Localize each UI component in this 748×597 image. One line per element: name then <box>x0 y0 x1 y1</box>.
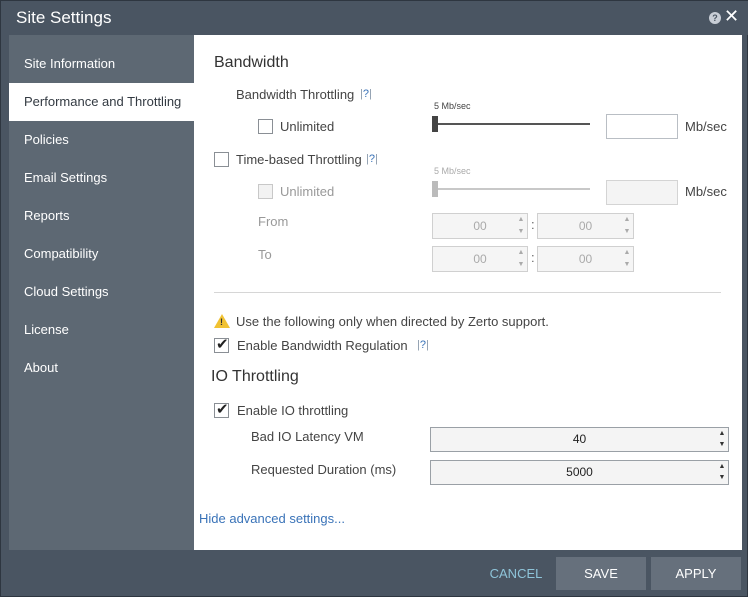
spinner-arrows-icon[interactable]: ▲ ▼ <box>717 461 727 484</box>
time-based-value-input[interactable] <box>606 180 678 205</box>
bandwidth-throttling-label: Bandwidth Throttling <box>236 87 355 102</box>
enable-io-throttling-label: Enable IO throttling <box>237 403 349 418</box>
from-hours-spinner[interactable]: 00 ▲ ▼ <box>432 213 528 239</box>
sidebar-item-site-information[interactable]: Site Information <box>9 45 194 83</box>
time-based-throttling-help[interactable]: |?| <box>366 153 378 165</box>
spinner-arrows-icon[interactable]: ▲ ▼ <box>515 247 527 271</box>
bandwidth-slider-caption: 5 Mb/sec <box>434 101 471 111</box>
bandwidth-regulation-help[interactable]: |?| <box>417 339 429 351</box>
bandwidth-slider-thumb[interactable] <box>432 116 438 132</box>
bad-io-latency-value: 40 <box>572 432 587 446</box>
sidebar-item-policies[interactable]: Policies <box>9 121 194 159</box>
to-hours-value: 00 <box>473 252 487 266</box>
sidebar-item-email-settings[interactable]: Email Settings <box>9 159 194 197</box>
time-based-unit-label: Mb/sec <box>685 184 727 199</box>
time-based-throttling-label: Time-based Throttling <box>236 152 362 167</box>
from-hours-value: 00 <box>473 219 487 233</box>
section-divider <box>214 292 721 293</box>
time-based-slider-thumb[interactable] <box>432 181 438 197</box>
site-settings-dialog: Site Settings ? ✕ Site Information Perfo… <box>0 0 748 597</box>
spinner-arrows-icon[interactable]: ▲ ▼ <box>621 247 633 271</box>
enable-io-throttling-checkbox[interactable]: ✔ <box>214 401 229 418</box>
support-warning-text: Use the following only when directed by … <box>236 314 549 329</box>
time-based-throttling-checkbox[interactable] <box>214 152 229 167</box>
bandwidth-unlimited-checkbox[interactable] <box>258 119 273 134</box>
requested-duration-value: 5000 <box>566 465 593 479</box>
bandwidth-value-input[interactable] <box>606 114 678 139</box>
settings-content: Bandwidth Bandwidth Throttling |?| 5 Mb/… <box>194 35 742 550</box>
title-bar: Site Settings ? ✕ <box>1 1 748 35</box>
spinner-arrows-icon[interactable]: ▲ ▼ <box>515 214 527 238</box>
time-based-unlimited-checkbox[interactable] <box>258 184 273 199</box>
sidebar-item-compatibility[interactable]: Compatibility <box>9 235 194 273</box>
bad-io-latency-label: Bad IO Latency VM <box>251 429 364 444</box>
spinner-arrows-icon[interactable]: ▲ ▼ <box>717 428 727 451</box>
to-minutes-value: 00 <box>578 252 593 266</box>
sidebar-item-about[interactable]: About <box>9 349 194 387</box>
sidebar-item-license[interactable]: License <box>9 311 194 349</box>
bandwidth-slider-track[interactable] <box>434 123 590 125</box>
bad-io-latency-input[interactable]: 40 ▲ ▼ <box>430 427 729 452</box>
cancel-button[interactable]: CANCEL <box>477 557 555 590</box>
to-minutes-spinner[interactable]: 00 ▲ ▼ <box>537 246 634 272</box>
time-based-unlimited-label: Unlimited <box>280 184 335 199</box>
bandwidth-regulation-label: Enable Bandwidth Regulation <box>237 338 408 353</box>
from-minutes-value: 00 <box>578 219 593 233</box>
bandwidth-heading: Bandwidth <box>214 54 289 71</box>
bandwidth-regulation-checkbox[interactable]: ✔ <box>214 336 229 353</box>
requested-duration-input[interactable]: 5000 ▲ ▼ <box>430 460 729 485</box>
spinner-arrows-icon[interactable]: ▲ ▼ <box>621 214 633 238</box>
hide-advanced-settings-link[interactable]: Hide advanced settings... <box>199 511 345 526</box>
from-colon: : <box>531 217 535 232</box>
check-icon: ✔ <box>216 401 229 418</box>
to-label: To <box>258 247 272 262</box>
from-minutes-spinner[interactable]: 00 ▲ ▼ <box>537 213 634 239</box>
check-icon: ✔ <box>216 336 229 353</box>
bandwidth-throttling-help[interactable]: |?| <box>360 88 372 100</box>
time-based-slider-track[interactable] <box>434 188 590 190</box>
to-colon: : <box>531 250 535 265</box>
to-hours-spinner[interactable]: 00 ▲ ▼ <box>432 246 528 272</box>
dialog-title: Site Settings <box>16 8 112 27</box>
io-throttling-heading: IO Throttling <box>211 368 299 385</box>
from-label: From <box>258 214 289 229</box>
bandwidth-unit-label: Mb/sec <box>685 119 727 134</box>
requested-duration-label: Requested Duration (ms) <box>251 462 397 477</box>
help-icon[interactable]: ? <box>709 12 721 24</box>
sidebar-item-reports[interactable]: Reports <box>9 197 194 235</box>
apply-button[interactable]: APPLY <box>651 557 741 590</box>
sidebar-item-performance-and-throttling[interactable]: Performance and Throttling <box>9 83 194 121</box>
time-based-slider-caption: 5 Mb/sec <box>434 166 471 176</box>
bandwidth-unlimited-label: Unlimited <box>280 119 335 134</box>
save-button[interactable]: SAVE <box>556 557 646 590</box>
close-icon[interactable]: ✕ <box>724 7 739 25</box>
warning-icon: ! <box>214 314 230 328</box>
settings-sidebar: Site Information Performance and Throttl… <box>9 35 194 550</box>
sidebar-item-cloud-settings[interactable]: Cloud Settings <box>9 273 194 311</box>
